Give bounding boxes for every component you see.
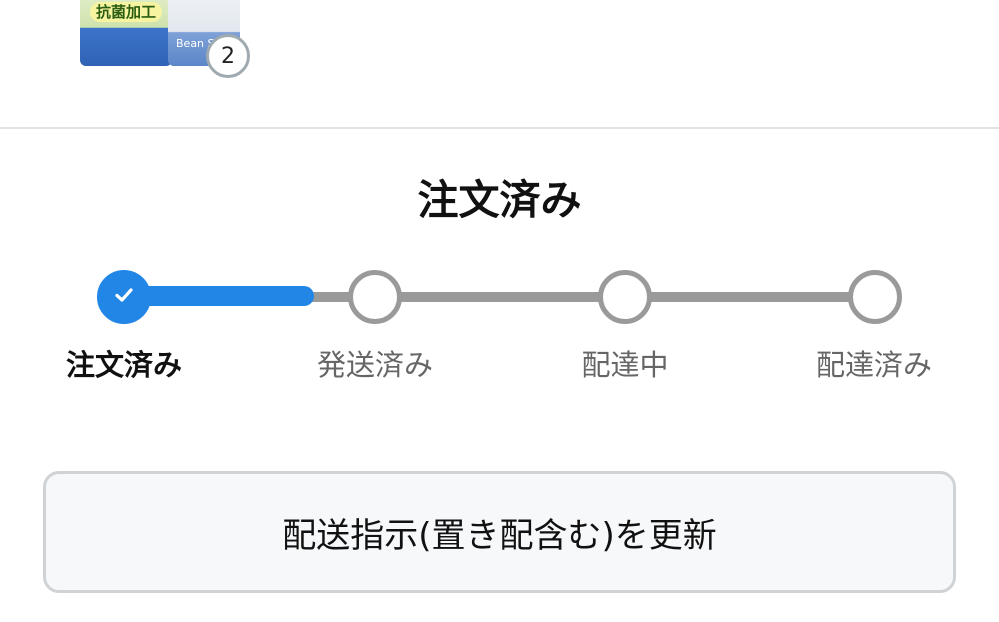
check-icon [115,288,133,302]
step-label-shipped: 発送済み [316,348,433,382]
progress-tracker [0,268,999,328]
progress-fill [124,286,314,306]
update-delivery-instructions-button[interactable]: 配送指示(置き配含む)を更新 [43,471,956,593]
section-divider [0,127,999,129]
step-node-in-delivery [598,270,652,324]
step-label-in-delivery: 配達中 [581,348,669,382]
step-label-ordered: 注文済み [65,348,182,382]
step-node-delivered [848,270,902,324]
step-node-ordered [97,270,151,324]
product-pack-text: 抗菌加工 [90,2,163,22]
order-status-title: 注文済み [417,176,582,224]
step-label-delivered: 配達済み [815,348,932,382]
quantity-badge: 2 [206,34,250,78]
step-node-shipped [348,270,402,324]
